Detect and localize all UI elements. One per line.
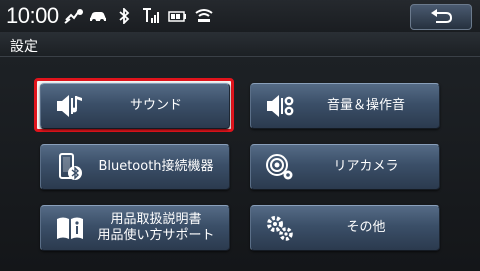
others-button[interactable]: その他: [250, 205, 440, 251]
volume-button[interactable]: 音量＆操作音: [250, 83, 440, 129]
title-bar: 設定: [0, 32, 480, 57]
clock: 10:00: [6, 3, 59, 28]
volume-label: 音量＆操作音: [326, 98, 405, 113]
sound-button[interactable]: サウンド: [40, 83, 230, 129]
rear-camera-button[interactable]: リアカメラ: [250, 144, 440, 190]
gps-icon: [64, 9, 83, 24]
wifi-icon: [195, 9, 213, 22]
back-button[interactable]: [410, 4, 472, 30]
others-label: その他: [346, 220, 386, 235]
speaker-music-icon: [57, 95, 82, 117]
signal-icon: [143, 8, 159, 23]
bluetooth-devices-label: Bluetooth接続機器: [98, 159, 214, 174]
camera-gear-icon: [266, 154, 293, 180]
speaker-gear-icon: [267, 95, 294, 117]
return-arrow-icon: [431, 9, 453, 23]
manual-support-label: 用品取扱説明書 用品使い方サポート: [97, 212, 215, 243]
battery-icon: [168, 11, 186, 22]
manual-book-icon: [57, 217, 83, 239]
car-icon: [90, 12, 106, 23]
page-title: 設定: [10, 39, 38, 55]
phone-bluetooth-icon: [59, 153, 82, 180]
bluetooth-devices-button[interactable]: Bluetooth接続機器: [40, 144, 230, 190]
gears-icon: [267, 216, 293, 241]
rear-camera-label: リアカメラ: [333, 159, 399, 174]
sound-label: サウンド: [129, 98, 182, 113]
bluetooth-icon: [119, 8, 130, 24]
manual-support-button[interactable]: 用品取扱説明書 用品使い方サポート: [40, 205, 230, 251]
status-bar: 10:00: [0, 0, 480, 32]
